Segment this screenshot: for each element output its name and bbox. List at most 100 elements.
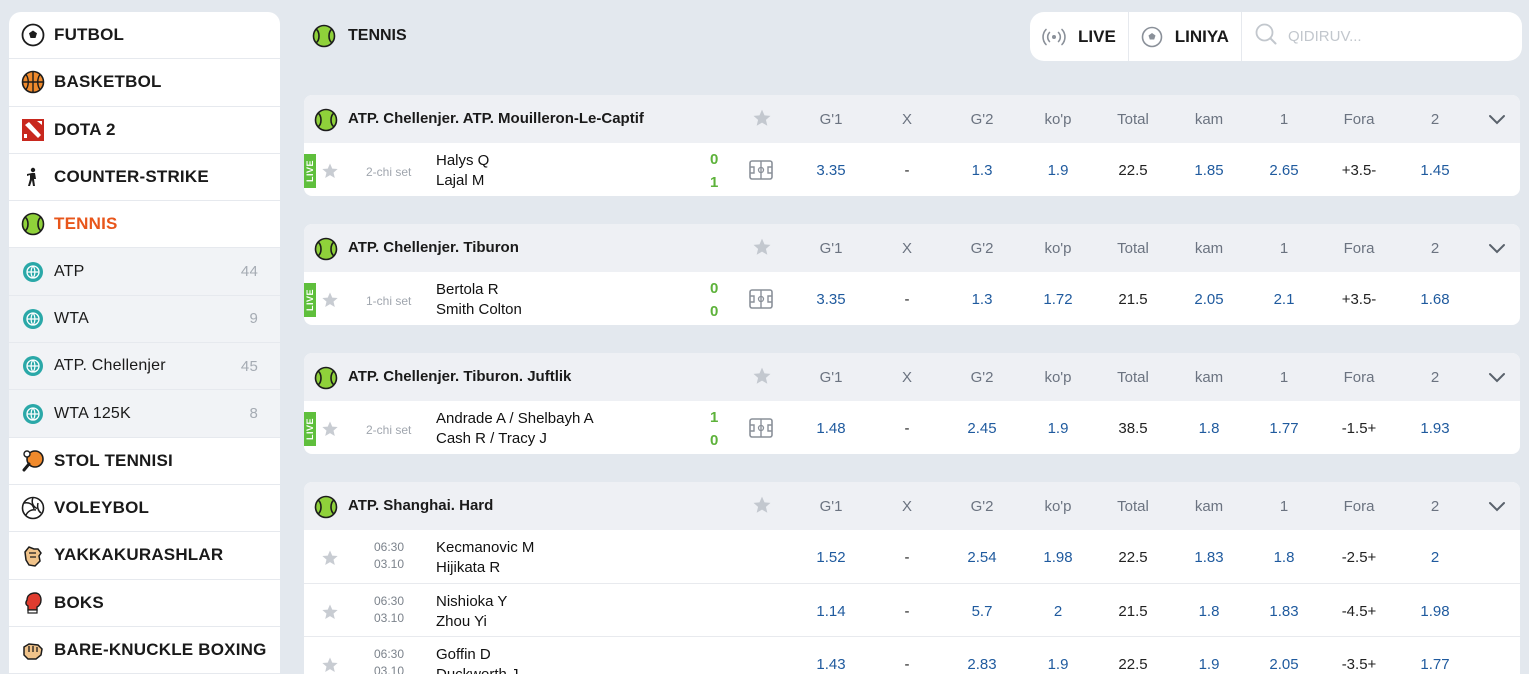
odds-cell[interactable]: +3.5- (1324, 162, 1394, 179)
odds-cell[interactable]: -2.5+ (1324, 549, 1394, 566)
odds-cell[interactable]: 1.83 (1174, 549, 1244, 566)
sidebar-item-tennis[interactable]: TENNIS (9, 201, 280, 249)
odds-cell[interactable]: 1.43 (796, 656, 866, 673)
favorite-star-icon[interactable] (321, 656, 341, 674)
odds-cell[interactable]: -1.5+ (1324, 420, 1394, 437)
odds-cell[interactable]: 1.83 (1249, 603, 1319, 620)
sidebar-item-atp[interactable]: ATP 44 (9, 248, 280, 296)
favorite-star-icon[interactable] (752, 495, 772, 515)
sidebar-item-bare-knuckle-boxing[interactable]: BARE-KNUCKLE BOXING (9, 627, 280, 674)
odds-cell[interactable]: -4.5+ (1324, 603, 1394, 620)
match-row[interactable]: LIVE 2-chi set Andrade A / Shelbayh A Cash … (304, 401, 1520, 454)
odds-cell[interactable]: 2.65 (1249, 162, 1319, 179)
sidebar-item-wta-125k[interactable]: WTA 125K 8 (9, 390, 280, 438)
odds-cell[interactable]: 2 (1400, 549, 1470, 566)
odds-cell[interactable]: 2.83 (947, 656, 1017, 673)
odds-cell[interactable]: 2.45 (947, 420, 1017, 437)
team-away[interactable]: Zhou Yi (436, 613, 487, 630)
sidebar-item-basketbol[interactable]: BASKETBOL (9, 59, 280, 107)
chevron-down-icon[interactable] (1488, 239, 1506, 262)
odds-cell[interactable]: 3.35 (796, 291, 866, 308)
league-header[interactable]: ATP. Chellenjer. Tiburon. Juftlik G'1 X G'2… (304, 353, 1520, 401)
team-home[interactable]: Andrade A / Shelbayh A (436, 410, 594, 427)
favorite-star-icon[interactable] (752, 237, 772, 257)
odds-cell[interactable]: 1.9 (1023, 656, 1093, 673)
chevron-down-icon[interactable] (1488, 110, 1506, 133)
search-input[interactable] (1287, 28, 1488, 45)
odds-cell[interactable]: 2.1 (1249, 291, 1319, 308)
favorite-star-icon[interactable] (752, 108, 772, 128)
league-header[interactable]: ATP. Chellenjer. Tiburon G'1 X G'2 ko'p Total… (304, 224, 1520, 272)
odds-cell[interactable]: 1.68 (1400, 291, 1470, 308)
odds-cell[interactable]: 2.54 (947, 549, 1017, 566)
match-row[interactable]: 06:30 03.10 Kecmanovic M Hijikata R 1.52-2.5… (304, 530, 1520, 583)
martial-arts-icon (21, 543, 45, 568)
odds-cell[interactable]: 1.77 (1400, 656, 1470, 673)
odds-cell[interactable]: 1.48 (796, 420, 866, 437)
sidebar-item-atp-chellenjer[interactable]: ATP. Chellenjer 45 (9, 343, 280, 391)
odds-cell[interactable]: 1.3 (947, 291, 1017, 308)
odds-cell[interactable]: 1.72 (1023, 291, 1093, 308)
odds-cell[interactable]: 1.98 (1400, 603, 1470, 620)
live-button[interactable]: LIVE (1030, 12, 1129, 61)
odds-cell[interactable]: 3.35 (796, 162, 866, 179)
odds-cell[interactable]: +3.5- (1324, 291, 1394, 308)
sidebar-item-futbol[interactable]: FUTBOL (9, 12, 280, 60)
league-header[interactable]: ATP. Chellenjer. ATP. Mouilleron-Le-Capt… (304, 95, 1520, 143)
favorite-star-icon[interactable] (321, 291, 341, 311)
odds-cell[interactable]: 2.05 (1249, 656, 1319, 673)
sidebar-item-boks[interactable]: BOKS (9, 580, 280, 627)
chevron-down-icon[interactable] (1488, 368, 1506, 391)
stats-field-icon[interactable] (749, 418, 773, 438)
sidebar-item-wta[interactable]: WTA 9 (9, 295, 280, 344)
odds-cell[interactable]: 1.77 (1249, 420, 1319, 437)
team-away[interactable]: Cash R / Tracy J (436, 430, 547, 447)
sidebar-item-stol-tennisi[interactable]: STOL TENNISI (9, 438, 280, 485)
sidebar-item-counter-strike[interactable]: COUNTER-STRIKE (9, 154, 280, 202)
favorite-star-icon[interactable] (321, 603, 341, 623)
favorite-star-icon[interactable] (321, 549, 341, 569)
odds-cell[interactable]: 1.93 (1400, 420, 1470, 437)
odds-cell[interactable]: 1.9 (1174, 656, 1244, 673)
stats-field-icon[interactable] (749, 289, 773, 309)
odds-cell[interactable]: -3.5+ (1324, 656, 1394, 673)
odds-cell[interactable]: 1.8 (1174, 420, 1244, 437)
favorite-star-icon[interactable] (321, 162, 341, 182)
odds-cell[interactable]: 1.9 (1023, 420, 1093, 437)
team-home[interactable]: Goffin D (436, 646, 491, 663)
odds-cell[interactable]: 1.8 (1174, 603, 1244, 620)
sidebar-item-yakkakurashlar[interactable]: YAKKAKURASHLAR (9, 532, 280, 580)
odds-cell[interactable]: 2.05 (1174, 291, 1244, 308)
odds-cell[interactable]: 1.3 (947, 162, 1017, 179)
chevron-down-icon[interactable] (1488, 497, 1506, 520)
team-home[interactable]: Kecmanovic M (436, 539, 534, 556)
sidebar-item-voleybol[interactable]: VOLEYBOL (9, 485, 280, 533)
odds-cell[interactable]: 1.9 (1023, 162, 1093, 179)
favorite-star-icon[interactable] (752, 366, 772, 386)
match-row[interactable]: 06:30 03.10 Goffin D Duckworth J 1.43 - 2.83 1.… (304, 636, 1520, 674)
odds-cell[interactable]: 1.14 (796, 603, 866, 620)
search-box (1242, 22, 1522, 51)
stats-field-icon[interactable] (749, 160, 773, 180)
match-row[interactable]: LIVE 1-chi set Bertola R Smith Colton 0 0 3.35… (304, 272, 1520, 325)
odds-cell[interactable]: 1.52 (796, 549, 866, 566)
league-header[interactable]: ATP. Shanghai. Hard G'1 X G'2 ko'p Total kam 1 F… (304, 482, 1520, 530)
team-home[interactable]: Halys Q (436, 152, 489, 169)
odds-cell[interactable]: 1.45 (1400, 162, 1470, 179)
odds-cell[interactable]: 1.98 (1023, 549, 1093, 566)
team-home[interactable]: Nishioka Y (436, 593, 507, 610)
odds-cell[interactable]: 1.8 (1249, 549, 1319, 566)
liniya-button[interactable]: LINIYA (1129, 12, 1242, 61)
team-away[interactable]: Hijikata R (436, 559, 500, 576)
team-away[interactable]: Duckworth J (436, 666, 519, 674)
team-away[interactable]: Lajal M (436, 172, 484, 189)
team-away[interactable]: Smith Colton (436, 301, 522, 318)
odds-cell[interactable]: 5.7 (947, 603, 1017, 620)
match-row[interactable]: 06:30 03.10 Nishioka Y Zhou Yi 1.14 - 5.7 2 21.5… (304, 583, 1520, 636)
odds-cell[interactable]: 2 (1023, 603, 1093, 620)
match-row[interactable]: LIVE 2-chi set Halys Q Lajal M 0 1 3.35 - 1.3 1.9… (304, 143, 1520, 196)
team-home[interactable]: Bertola R (436, 281, 499, 298)
sidebar-item-dota-2[interactable]: DOTA 2 (9, 107, 280, 154)
odds-cell[interactable]: 1.85 (1174, 162, 1244, 179)
favorite-star-icon[interactable] (321, 420, 341, 440)
